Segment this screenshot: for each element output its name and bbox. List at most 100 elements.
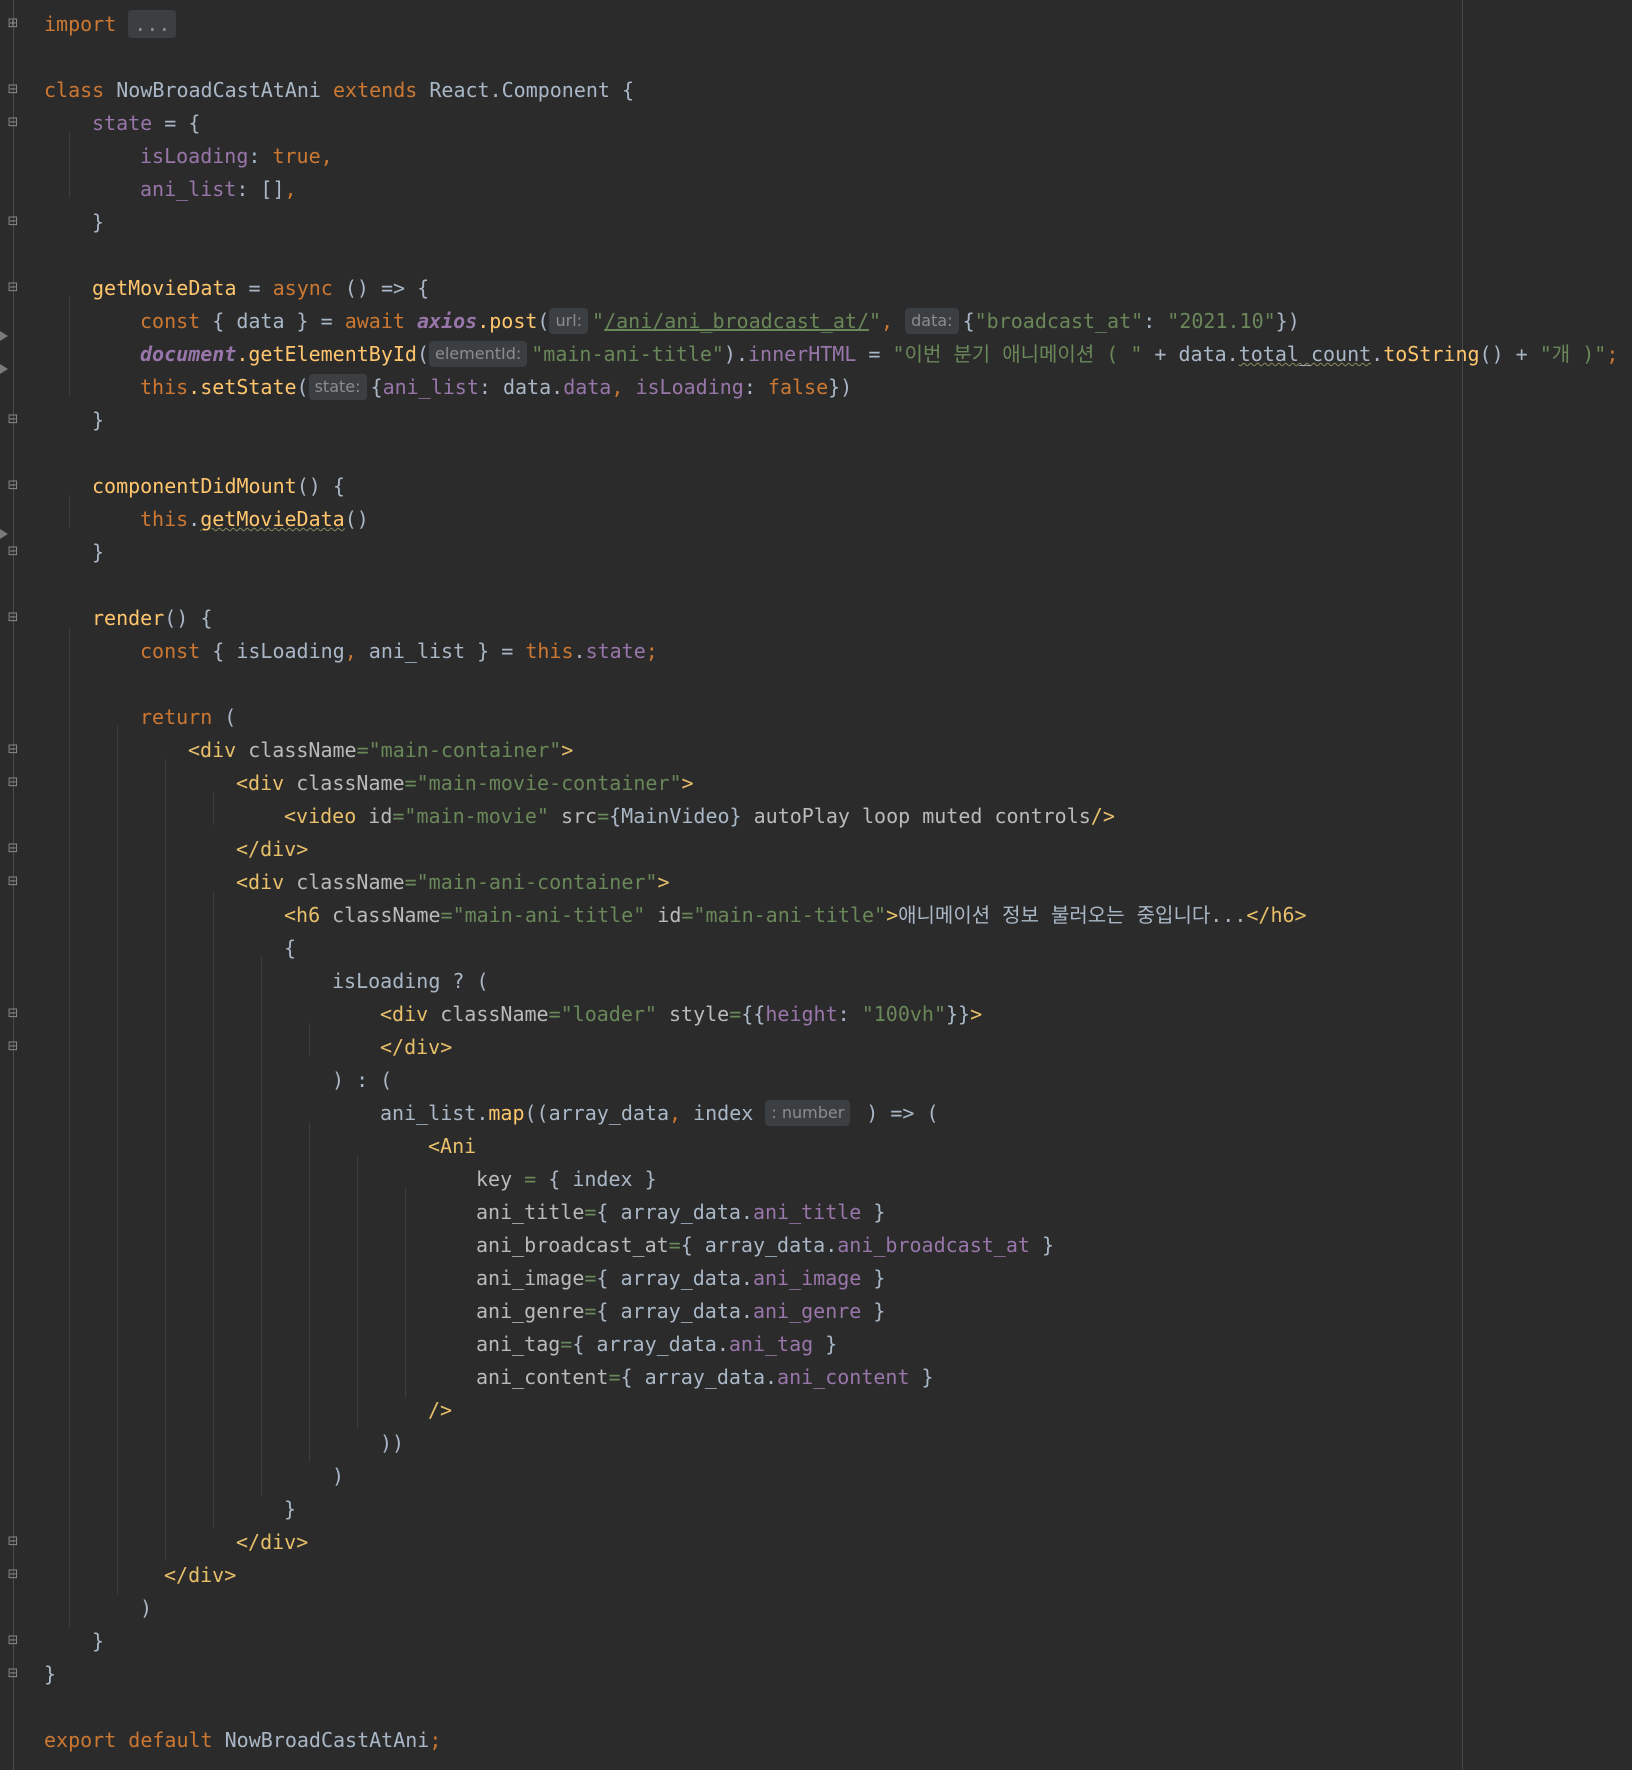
- code-line[interactable]: ani_broadcast_at={ array_data.ani_broadc…: [476, 1229, 1054, 1262]
- string-literal: "main-ani-title": [531, 342, 724, 366]
- code-line[interactable]: isLoading: true,: [140, 140, 333, 173]
- paren: (: [416, 342, 429, 366]
- fold-collapse-icon[interactable]: ⊟: [6, 776, 20, 790]
- fold-end-icon[interactable]: ⊟: [6, 545, 20, 559]
- code-line[interactable]: getMovieData = async () => {: [92, 272, 429, 305]
- change-marker-icon[interactable]: [0, 364, 8, 374]
- code-line[interactable]: }: [44, 1658, 56, 1691]
- code-line[interactable]: }: [92, 536, 104, 569]
- code-line[interactable]: ani_content={ array_data.ani_content }: [476, 1361, 934, 1394]
- code-line[interactable]: ani_tag={ array_data.ani_tag }: [476, 1328, 837, 1361]
- fold-collapse-icon[interactable]: ⊟: [6, 116, 20, 130]
- paren: )): [380, 1431, 405, 1455]
- code-line[interactable]: render() {: [92, 602, 212, 635]
- fold-end-icon[interactable]: ⊟: [6, 842, 20, 856]
- code-line[interactable]: <video id="main-movie" src={MainVideo} a…: [284, 800, 1115, 833]
- code-line[interactable]: </div>: [164, 1559, 236, 1592]
- code-line[interactable]: <div className="main-container">: [188, 734, 573, 767]
- code-line[interactable]: {: [284, 932, 296, 965]
- fold-collapse-icon[interactable]: ⊟: [6, 611, 20, 625]
- fold-end-icon[interactable]: ⊟: [6, 1535, 20, 1549]
- code-line[interactable]: }: [92, 1625, 104, 1658]
- code-line[interactable]: ): [140, 1592, 152, 1625]
- url-string[interactable]: /ani/ani_broadcast_at/: [604, 309, 869, 333]
- code-line[interactable]: ani_image={ array_data.ani_image }: [476, 1262, 885, 1295]
- comma: ,: [881, 309, 906, 333]
- code-line[interactable]: )): [380, 1427, 404, 1460]
- fold-end-icon[interactable]: ⊟: [6, 1568, 20, 1582]
- folded-imports[interactable]: ...: [128, 10, 177, 38]
- colon: :: [837, 1002, 862, 1026]
- fold-collapse-icon[interactable]: ⊟: [6, 875, 20, 889]
- code-line[interactable]: isLoading ? (: [332, 965, 489, 998]
- code-line[interactable]: componentDidMount() {: [92, 470, 345, 503]
- code-line[interactable]: ani_list: [],: [140, 173, 297, 206]
- change-marker-icon[interactable]: [0, 331, 8, 341]
- fold-end-icon[interactable]: ⊟: [6, 1040, 20, 1054]
- code-line[interactable]: document.getElementById(elementId: "main-…: [140, 338, 1618, 371]
- code-line[interactable]: return (: [140, 701, 236, 734]
- code-line[interactable]: ): [332, 1460, 344, 1493]
- editor-gutter[interactable]: ⊞ ⊟ ⊟ ⊟ ⊟ ⊟ ⊟ ⊟ ⊟ ⊟ ⊟ ⊟ ⊟ ⊟ ⊟ ⊟ ⊟ ⊟ ⊟: [0, 0, 20, 1770]
- code-line[interactable]: key = { index }: [476, 1163, 657, 1196]
- fold-end-icon[interactable]: ⊟: [6, 215, 20, 229]
- code-line[interactable]: ) : (: [332, 1064, 392, 1097]
- code-line[interactable]: const { isLoading, ani_list } = this.sta…: [140, 635, 658, 668]
- code-line[interactable]: }: [92, 404, 104, 437]
- change-marker-icon[interactable]: [0, 529, 8, 539]
- jsx-attr: className: [320, 903, 441, 927]
- string-literal: "main-movie-container": [416, 771, 682, 795]
- code-line[interactable]: class NowBroadCastAtAni extends React.Co…: [44, 74, 634, 107]
- code-line[interactable]: <div className="main-movie-container">: [236, 767, 694, 800]
- code-line[interactable]: </div>: [236, 1526, 308, 1559]
- jsx-attr: className: [428, 1002, 549, 1026]
- brace: }: [284, 1497, 297, 1521]
- fold-collapse-icon[interactable]: ⊟: [6, 281, 20, 295]
- code-line[interactable]: />: [428, 1394, 452, 1427]
- fold-collapse-icon[interactable]: ⊟: [6, 83, 20, 97]
- code-line[interactable]: </div>: [236, 833, 308, 866]
- jsx-tag: >: [970, 1002, 983, 1026]
- brace: }: [92, 540, 105, 564]
- fold-collapse-icon[interactable]: ⊟: [6, 743, 20, 757]
- colon: :: [1143, 309, 1168, 333]
- operator: =: [404, 771, 417, 795]
- fold-end-icon[interactable]: ⊟: [6, 1634, 20, 1648]
- fold-collapse-icon[interactable]: ⊟: [6, 479, 20, 493]
- code-line[interactable]: import ...: [44, 8, 177, 41]
- code-line[interactable]: ani_title={ array_data.ani_title }: [476, 1196, 885, 1229]
- fold-collapse-icon[interactable]: ⊟: [6, 1007, 20, 1021]
- code-line[interactable]: </div>: [380, 1031, 452, 1064]
- code-line[interactable]: <Ani: [428, 1130, 476, 1163]
- jsx-attr: ani_image: [476, 1266, 585, 1290]
- class-name: NowBroadCastAtAni: [116, 78, 321, 102]
- code-line[interactable]: }: [92, 206, 104, 239]
- jsx-tag: >: [886, 903, 899, 927]
- state-field: state: [92, 111, 153, 135]
- code-editor[interactable]: ⊞ ⊟ ⊟ ⊟ ⊟ ⊟ ⊟ ⊟ ⊟ ⊟ ⊟ ⊟ ⊟ ⊟ ⊟ ⊟ ⊟ ⊟ ⊟ im…: [0, 0, 1632, 1770]
- brace: {: [370, 375, 383, 399]
- code-line[interactable]: <div className="loader" style={{height: …: [380, 998, 982, 1031]
- code-line[interactable]: <div className="main-ani-container">: [236, 866, 670, 899]
- code-line[interactable]: ani_genre={ array_data.ani_genre }: [476, 1295, 885, 1328]
- parameter-hint: url:: [549, 308, 589, 334]
- code-line[interactable]: }: [284, 1493, 296, 1526]
- code-line[interactable]: state = {: [92, 107, 200, 140]
- json-value: "2021.10": [1167, 309, 1276, 333]
- code-line[interactable]: this.setState(state: {ani_list: data.data…: [140, 371, 852, 404]
- quote: ": [592, 309, 605, 333]
- code-line[interactable]: <h6 className="main-ani-title" id="main-…: [284, 899, 1307, 932]
- jsx-attr: ani_broadcast_at: [476, 1233, 669, 1257]
- fold-end-icon[interactable]: ⊟: [6, 413, 20, 427]
- fold-end-icon[interactable]: ⊟: [6, 1667, 20, 1681]
- fold-expand-icon[interactable]: ⊞: [6, 17, 20, 31]
- code-line[interactable]: const { data } = await axios.post(url: "/…: [140, 305, 1300, 338]
- code-line[interactable]: ani_list.map((array_data, index : number…: [380, 1097, 939, 1130]
- brace: }: [813, 1332, 838, 1356]
- code-line[interactable]: this.getMovieData(): [140, 503, 369, 536]
- code-line[interactable]: export default NowBroadCastAtAni;: [44, 1724, 441, 1757]
- const-keyword: const: [140, 639, 201, 663]
- operator: =: [512, 1167, 549, 1191]
- jsx-tag: <div: [188, 738, 237, 762]
- property: state: [585, 639, 646, 663]
